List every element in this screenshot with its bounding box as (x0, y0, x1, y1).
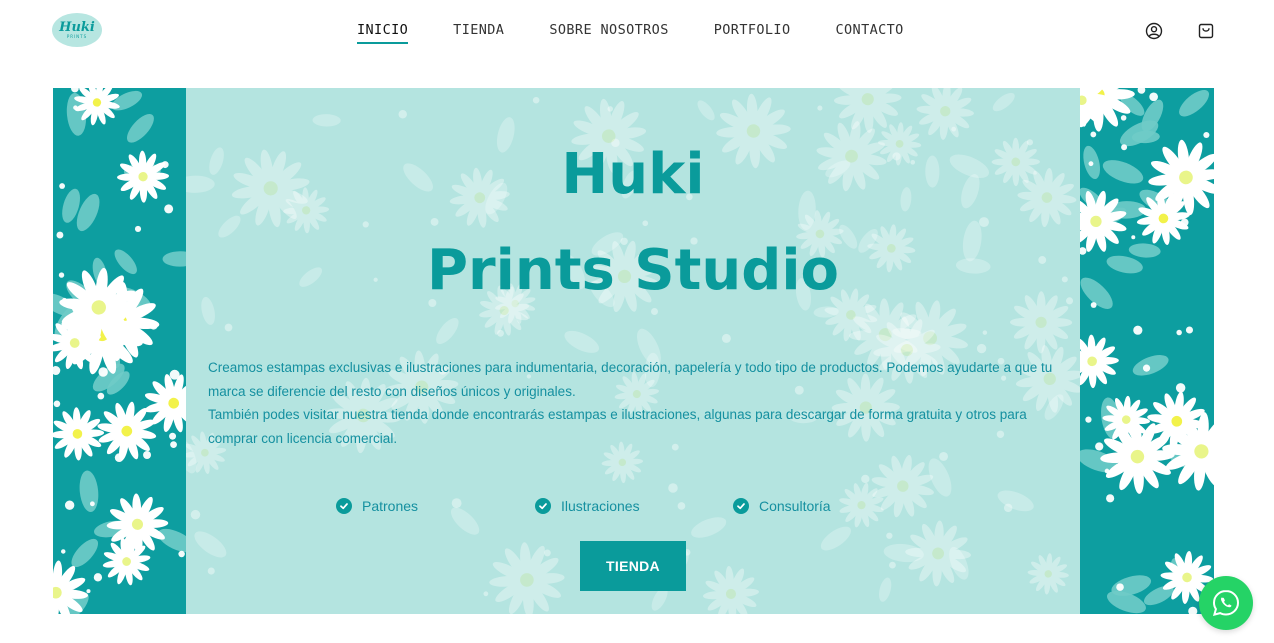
brand-logo[interactable]: Huki PRINTS (52, 13, 102, 47)
logo-text: Huki (59, 20, 95, 35)
nav-item-inicio[interactable]: INICIO (357, 22, 409, 44)
hero-banner: Huki Prints Studio Creamos estampas excl… (53, 88, 1214, 614)
tienda-button[interactable]: TIENDA (580, 541, 686, 591)
feature-item-consultoria: Consultoría (733, 498, 831, 514)
hero-title-line1: Huki (561, 142, 705, 207)
site-header: Huki PRINTS INICIO TIENDA SOBRE NOSOTROS… (0, 0, 1274, 62)
feature-label: Consultoría (759, 498, 831, 514)
check-icon (336, 498, 352, 514)
account-icon[interactable] (1145, 22, 1163, 40)
cart-icon[interactable] (1197, 22, 1215, 40)
hero-content-panel: Huki Prints Studio Creamos estampas excl… (186, 88, 1080, 614)
nav-item-contacto[interactable]: CONTACTO (835, 22, 903, 44)
hero-description: Creamos estampas exclusivas e ilustracio… (208, 356, 1058, 450)
feature-item-patrones: Patrones (336, 498, 418, 514)
main-nav: INICIO TIENDA SOBRE NOSOTROS PORTFOLIO C… (357, 22, 949, 44)
check-icon (733, 498, 749, 514)
hero-title-line2: Prints Studio (426, 238, 840, 303)
hero-paragraph-2: También podes visitar nuestra tienda don… (208, 407, 1027, 446)
logo-subtext: PRINTS (66, 34, 88, 39)
hero-paragraph-1: Creamos estampas exclusivas e ilustracio… (208, 360, 1053, 399)
whatsapp-button[interactable] (1199, 576, 1253, 630)
nav-item-portfolio[interactable]: PORTFOLIO (714, 22, 791, 44)
nav-item-sobre-nosotros[interactable]: SOBRE NOSOTROS (549, 22, 668, 44)
check-icon (535, 498, 551, 514)
whatsapp-icon (1212, 589, 1240, 616)
nav-item-tienda[interactable]: TIENDA (453, 22, 504, 44)
feature-label: Patrones (362, 498, 419, 514)
feature-label: Ilustraciones (561, 498, 640, 514)
feature-item-ilustraciones: Ilustraciones (535, 498, 640, 514)
